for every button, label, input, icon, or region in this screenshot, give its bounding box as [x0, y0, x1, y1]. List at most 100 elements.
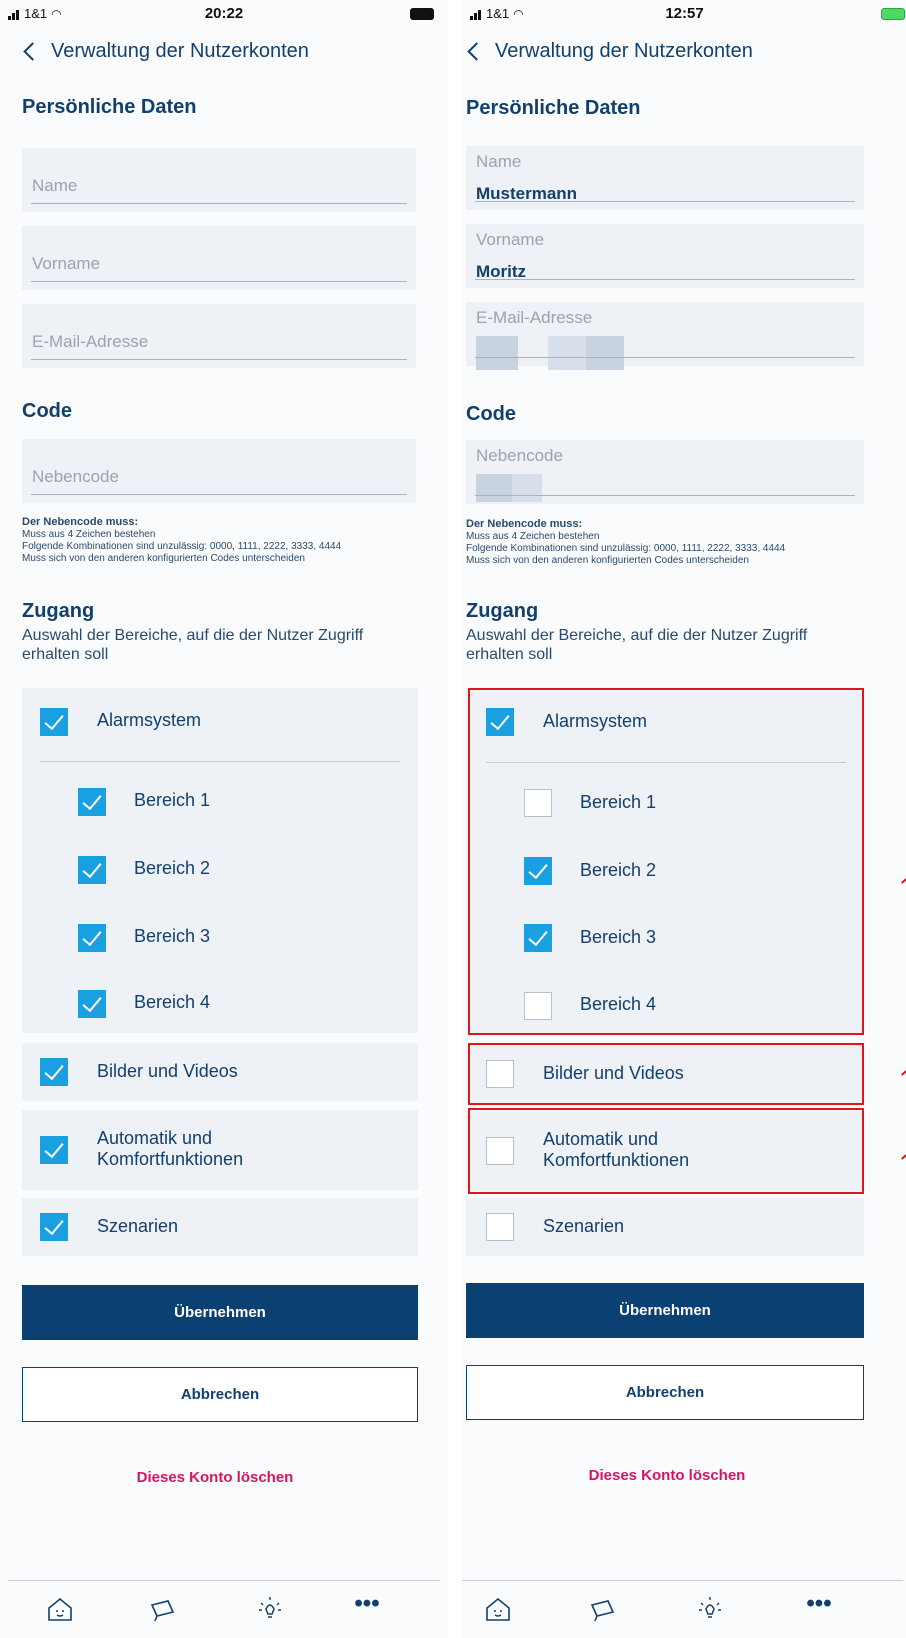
field-underline — [31, 203, 407, 204]
firstname-field[interactable]: Vorname Moritz — [466, 224, 864, 288]
section-access-subtitle: Auswahl der Bereiche, auf die der Nutzer… — [22, 627, 364, 663]
section-access-subtitle: Auswahl der Bereiche, auf die der Nutzer… — [466, 627, 808, 663]
tab-bar: ••• — [8, 1580, 440, 1638]
delete-account-link[interactable]: Dieses Konto löschen — [0, 1469, 430, 1486]
status-bar: 1&1 ◠ 20:22 — [0, 0, 448, 28]
area4-checkbox[interactable] — [78, 990, 106, 1018]
chevron-left-icon — [467, 42, 486, 61]
highlight-box-automation — [468, 1108, 864, 1194]
alarm-label: Alarmsystem — [97, 710, 202, 730]
scenes-checkbox[interactable] — [40, 1213, 68, 1241]
scenes-checkbox[interactable] — [486, 1213, 514, 1241]
hint-title: Der Nebencode muss: — [466, 518, 583, 530]
annotation-mark — [901, 1070, 906, 1076]
field-underline — [31, 494, 407, 495]
screen-left: 1&1 ◠ 20:22 Verwaltung der Nutzerkonten P… — [0, 0, 448, 1638]
firstname-label: Vorname — [476, 230, 545, 249]
home-icon[interactable] — [484, 1595, 512, 1623]
cancel-button[interactable]: Abbrechen — [466, 1365, 864, 1420]
area2-label: Bereich 2 — [134, 858, 211, 878]
firstname-placeholder: Vorname — [32, 254, 101, 273]
name-field[interactable]: Name — [22, 148, 416, 212]
automation-card: Automatik und Komfortfunktionen — [22, 1110, 418, 1190]
images-label: Bilder und Videos — [97, 1061, 238, 1081]
clock: 20:22 — [204, 5, 244, 22]
subcode-hint: Der Nebencode muss: Muss aus 4 Zeichen b… — [466, 518, 785, 567]
field-underline — [31, 281, 407, 282]
page-title: Verwaltung der Nutzerkonten — [495, 40, 753, 62]
scenes-label: Szenarien — [543, 1216, 625, 1236]
back-button[interactable]: Verwaltung der Nutzerkonten — [22, 40, 309, 63]
redacted-block — [476, 474, 512, 502]
hint-line: Muss sich von den anderen konfigurierten… — [466, 555, 749, 566]
automation-label: Automatik und Komfortfunktionen — [97, 1128, 244, 1169]
tab-bar: ••• — [462, 1580, 903, 1638]
redacted-block — [476, 336, 518, 370]
area2-checkbox[interactable] — [78, 856, 106, 884]
email-placeholder: E-Mail-Adresse — [32, 332, 149, 351]
area1-checkbox[interactable] — [78, 788, 106, 816]
back-button[interactable]: Verwaltung der Nutzerkonten — [466, 40, 753, 63]
automation-checkbox[interactable] — [40, 1136, 68, 1164]
subcode-hint: Der Nebencode muss: Muss aus 4 Zeichen b… — [22, 516, 341, 565]
redacted-block — [512, 474, 542, 502]
battery-charging-icon — [881, 8, 905, 20]
email-field[interactable]: E-Mail-Adresse — [22, 304, 416, 368]
field-underline — [475, 495, 855, 496]
section-code-title: Code — [22, 400, 72, 422]
alarm-card: Alarmsystem Bereich 1 Bereich 2 Bereich … — [22, 688, 418, 1033]
battery-icon — [410, 8, 434, 20]
apply-button[interactable]: Übernehmen — [22, 1285, 418, 1340]
chevron-left-icon — [23, 42, 42, 61]
subcode-field[interactable]: Nebencode — [22, 439, 416, 503]
section-access-title: Zugang — [466, 600, 539, 622]
clock: 12:57 — [665, 5, 704, 22]
camera-icon[interactable] — [148, 1595, 176, 1623]
status-bar: 1&1 ◠ 12:57 — [462, 0, 906, 28]
area1-label: Bereich 1 — [134, 790, 211, 810]
subcode-placeholder: Nebencode — [32, 467, 119, 486]
subcode-label: Nebencode — [476, 446, 563, 465]
alarm-checkbox[interactable] — [40, 708, 68, 736]
section-code-title: Code — [466, 403, 516, 425]
field-underline — [475, 279, 855, 280]
section-personal-title: Persönliche Daten — [466, 97, 641, 119]
email-label: E-Mail-Adresse — [476, 308, 593, 327]
field-underline — [475, 201, 855, 202]
scenes-card: Szenarien — [22, 1198, 418, 1256]
camera-icon[interactable] — [588, 1595, 616, 1623]
hint-line: Muss aus 4 Zeichen bestehen — [22, 529, 156, 540]
delete-account-link[interactable]: Dieses Konto löschen — [462, 1467, 872, 1484]
home-icon[interactable] — [46, 1595, 74, 1623]
firstname-field[interactable]: Vorname — [22, 226, 416, 290]
area3-label: Bereich 3 — [134, 926, 211, 946]
images-checkbox[interactable] — [40, 1058, 68, 1086]
email-field[interactable]: E-Mail-Adresse — [466, 302, 864, 370]
name-field[interactable]: Name Mustermann — [466, 146, 864, 210]
more-icon[interactable]: ••• — [352, 1592, 382, 1627]
subcode-field[interactable]: Nebencode — [466, 440, 864, 504]
more-icon[interactable]: ••• — [804, 1592, 834, 1627]
hint-line: Folgende Kombinationen sind unzulässig: … — [22, 541, 342, 552]
screen-right: 1&1 ◠ 12:57 Verwaltung der Nutzerkonten P… — [462, 0, 906, 1638]
cancel-button[interactable]: Abbrechen — [22, 1367, 418, 1422]
field-underline — [475, 357, 855, 358]
divider — [40, 761, 400, 762]
scenes-card: Szenarien — [466, 1198, 864, 1256]
hint-line: Muss aus 4 Zeichen bestehen — [466, 531, 600, 542]
area3-checkbox[interactable] — [78, 924, 106, 952]
section-access-title: Zugang — [22, 600, 95, 622]
highlight-box-images — [468, 1043, 864, 1105]
lightbulb-icon[interactable] — [696, 1595, 724, 1623]
name-placeholder: Name — [32, 176, 78, 195]
highlight-box-alarm — [468, 688, 864, 1035]
hint-title: Der Nebencode muss: — [22, 516, 139, 528]
lightbulb-icon[interactable] — [256, 1595, 284, 1623]
images-card: Bilder und Videos — [22, 1043, 418, 1101]
area4-label: Bereich 4 — [134, 992, 211, 1012]
redacted-block — [586, 336, 624, 370]
section-personal-title: Persönliche Daten — [22, 96, 197, 118]
page-title: Verwaltung der Nutzerkonten — [51, 40, 309, 62]
apply-button[interactable]: Übernehmen — [466, 1283, 864, 1338]
hint-line: Folgende Kombinationen sind unzulässig: … — [466, 543, 786, 554]
